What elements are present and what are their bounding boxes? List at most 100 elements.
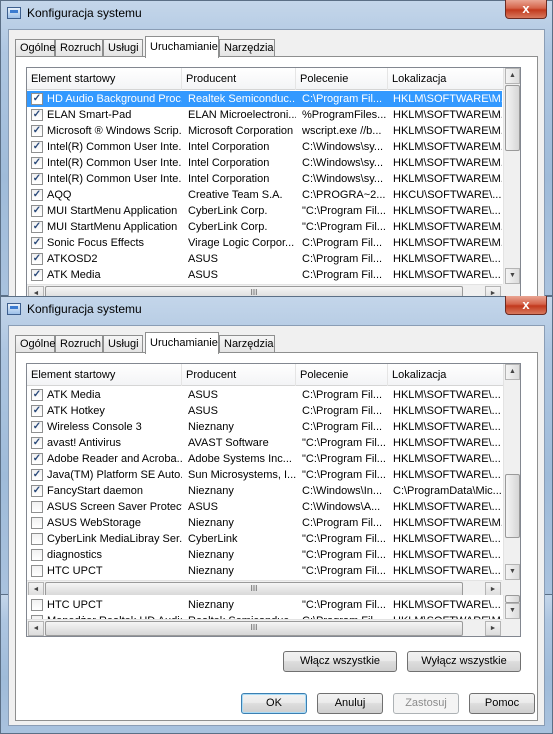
vertical-scrollbar[interactable]: ▲ ▼ [503,68,520,284]
enable-checkbox[interactable]: ✓ [31,469,43,481]
column-location[interactable]: Lokalizacja [388,68,504,90]
vertical-scroll-thumb[interactable] [505,474,520,538]
vertical-scroll-thumb[interactable] [505,595,520,603]
enable-checkbox[interactable] [31,501,43,513]
scroll-down-arrow-icon[interactable]: ▼ [505,603,520,619]
tab-general[interactable]: Ogólne [15,39,55,57]
scroll-down-arrow-icon[interactable]: ▼ [505,564,520,580]
list-item[interactable]: ✓ Microsoft ® Windows Scrip... Microsoft C… [27,123,502,139]
tab-startup[interactable]: Uruchamianie [145,36,219,58]
list-item[interactable]: ✓ FancyStart daemon Nieznany C:\Windows\In.… [27,483,502,499]
column-manufacturer[interactable]: Producent [182,364,296,386]
list-item[interactable]: diagnostics Nieznany "C:\Program Fil... HKL… [27,547,502,563]
enable-checkbox[interactable] [31,517,43,529]
scroll-left-arrow-icon[interactable]: ◄ [28,582,44,595]
startup-items-list[interactable]: Element startowy Producent Polecenie Lok… [26,67,521,296]
enable-checkbox[interactable]: ✓ [31,237,43,249]
column-location[interactable]: Lokalizacja [388,364,504,386]
help-button[interactable]: Pomoc [469,693,535,714]
list-item[interactable]: ✓ MUI StartMenu Application CyberLink Corp… [27,203,502,219]
enable-checkbox[interactable]: ✓ [31,221,43,233]
scroll-down-arrow-icon[interactable]: ▼ [505,268,520,284]
list-item[interactable]: ✓ Sonic Focus Effects Virage Logic Corpor.… [27,235,502,251]
tab-boot[interactable]: Rozruch [55,335,103,353]
tab-boot[interactable]: Rozruch [55,39,103,57]
tab-startup[interactable]: Uruchamianie [145,332,219,354]
horizontal-scrollbar[interactable]: ◄ III ► [27,284,502,296]
list-item[interactable]: HTC UPCT Nieznany "C:\Program Fil... HKLM\S… [27,563,502,579]
enable-checkbox[interactable]: ✓ [31,485,43,497]
horizontal-scrollbar[interactable]: ◄ III ► [27,580,502,595]
disable-all-button[interactable]: Wyłącz wszystkie [407,651,521,672]
close-button[interactable]: x [505,296,547,315]
list-item[interactable]: ✓ HD Audio Background Proc... Realtek Semi… [27,91,502,107]
list-item[interactable]: ✓ AQQ Creative Team S.A. C:\PROGRA~2... HKCU… [27,187,502,203]
tab-services[interactable]: Usługi [103,335,143,353]
column-manufacturer[interactable]: Producent [182,68,296,90]
tab-services[interactable]: Usługi [103,39,143,57]
vertical-scrollbar[interactable]: ▼ [503,595,520,619]
enable-all-button[interactable]: Włącz wszystkie [283,651,397,672]
list-item[interactable]: ✓ Wireless Console 3 Nieznany C:\Program Fi… [27,419,502,435]
tab-tools[interactable]: Narzędzia [219,335,275,353]
column-startup-item[interactable]: Element startowy [27,364,182,386]
list-item[interactable]: HTC UPCT Nieznany "C:\Program Fil... HKLM\S… [27,597,502,613]
horizontal-scroll-thumb[interactable]: III [45,582,463,595]
enable-checkbox[interactable]: ✓ [31,189,43,201]
enable-checkbox[interactable] [31,533,43,545]
column-startup-item[interactable]: Element startowy [27,68,182,90]
enable-checkbox[interactable]: ✓ [31,269,43,281]
title-bar[interactable]: Konfiguracja systemu x [0,296,553,324]
enable-checkbox[interactable]: ✓ [31,109,43,121]
list-item[interactable]: ✓ ATKOSD2 ASUS C:\Program Fil... HKLM\SOFTWA… [27,251,502,267]
list-item[interactable]: CyberLink MediaLibray Ser... CyberLink "C:… [27,531,502,547]
list-item[interactable]: ✓ Java(TM) Platform SE Auto... Sun Microsy… [27,467,502,483]
enable-checkbox[interactable]: ✓ [31,205,43,217]
enable-checkbox[interactable]: ✓ [31,405,43,417]
vertical-scrollbar[interactable]: ▲ ▼ [503,364,520,580]
vertical-scroll-thumb[interactable] [505,85,520,151]
list-item[interactable]: ✓ Intel(R) Common User Inte... Intel Corpo… [27,155,502,171]
enable-checkbox[interactable]: ✓ [31,141,43,153]
scroll-right-arrow-icon[interactable]: ► [485,582,501,595]
column-command[interactable]: Polecenie [296,68,388,90]
enable-checkbox[interactable]: ✓ [31,421,43,433]
horizontal-scrollbar[interactable]: ◄ III ► [27,619,502,636]
list-item[interactable]: ✓ ATK Hotkey ASUS C:\Program Fil... HKLM\SOF… [27,403,502,419]
list-item[interactable]: ✓ Adobe Reader and Acroba... Adobe Systems… [27,451,502,467]
list-item[interactable]: ✓ Intel(R) Common User Inte... Intel Corpo… [27,171,502,187]
enable-checkbox[interactable]: ✓ [31,437,43,449]
enable-checkbox[interactable]: ✓ [31,173,43,185]
close-button[interactable]: x [505,0,547,19]
list-item[interactable]: ✓ Intel(R) Common User Inte... Intel Corpo… [27,139,502,155]
list-item[interactable]: ✓ avast! Antivirus AVAST Software "C:\Progr… [27,435,502,451]
scroll-right-arrow-icon[interactable]: ► [485,286,501,296]
enable-checkbox[interactable] [31,599,43,611]
ok-button[interactable]: OK [241,693,307,714]
scroll-up-arrow-icon[interactable]: ▲ [505,364,520,380]
title-bar[interactable]: Konfiguracja systemu x [0,0,553,28]
enable-checkbox[interactable] [31,549,43,561]
cancel-button[interactable]: Anuluj [317,693,383,714]
scroll-left-arrow-icon[interactable]: ◄ [28,621,44,636]
list-item[interactable]: ASUS Screen Saver Protector ASUS C:\Window… [27,499,502,515]
startup-items-list[interactable]: HTC UPCT Nieznany "C:\Program Fil... HKLM\S… [26,595,521,637]
enable-checkbox[interactable] [31,565,43,577]
list-item[interactable]: ✓ ATK Media ASUS C:\Program Fil... HKLM\SOFT… [27,267,502,283]
enable-checkbox[interactable]: ✓ [31,453,43,465]
scroll-left-arrow-icon[interactable]: ◄ [28,286,44,296]
enable-checkbox[interactable]: ✓ [31,125,43,137]
list-item[interactable]: ✓ ELAN Smart-Pad ELAN Microelectroni... %Pr… [27,107,502,123]
scroll-up-arrow-icon[interactable]: ▲ [505,68,520,84]
scroll-right-arrow-icon[interactable]: ► [485,621,501,636]
enable-checkbox[interactable]: ✓ [31,93,43,105]
horizontal-scroll-thumb[interactable]: III [45,621,463,636]
tab-general[interactable]: Ogólne [15,335,55,353]
startup-items-list[interactable]: Element startowy Producent Polecenie Lok… [26,363,521,595]
enable-checkbox[interactable]: ✓ [31,157,43,169]
tab-tools[interactable]: Narzędzia [219,39,275,57]
enable-checkbox[interactable]: ✓ [31,389,43,401]
list-item[interactable]: ✓ MUI StartMenu Application CyberLink Corp… [27,219,502,235]
horizontal-scroll-thumb[interactable]: III [45,286,463,296]
enable-checkbox[interactable]: ✓ [31,253,43,265]
